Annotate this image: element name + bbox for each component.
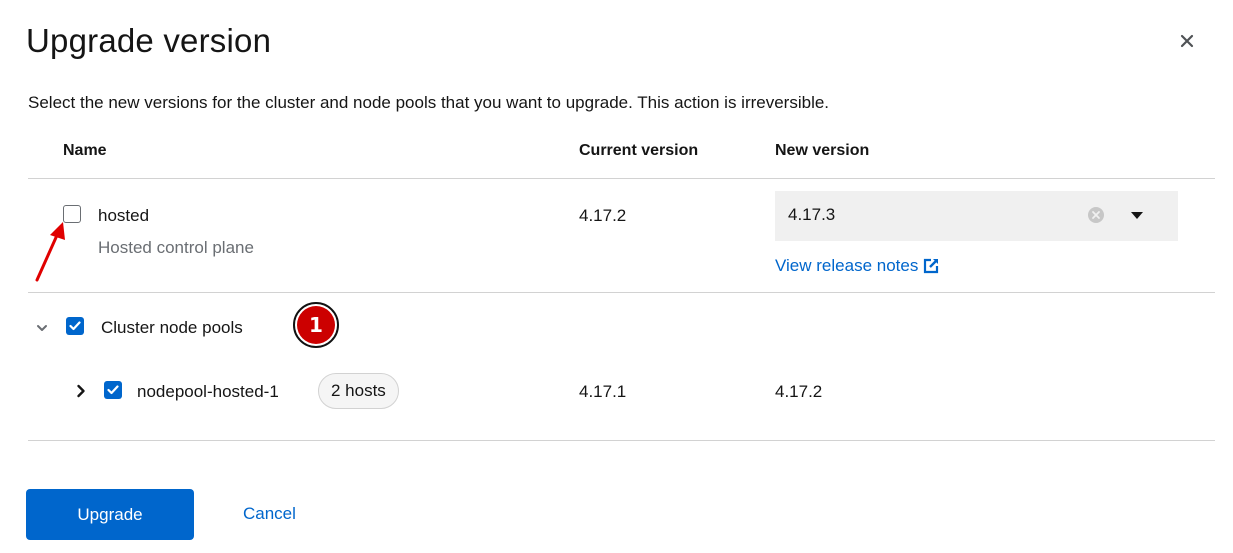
checkmark-icon [69, 321, 81, 331]
hosted-name: hosted [98, 206, 150, 225]
table-divider [28, 440, 1215, 441]
modal-title: Upgrade version [26, 22, 272, 59]
clear-icon[interactable] [1087, 206, 1105, 224]
close-icon [1180, 34, 1194, 48]
table-divider [28, 292, 1215, 293]
column-header-name: Name [63, 142, 107, 159]
nodepool-name: nodepool-hosted-1 [137, 382, 279, 401]
chevron-right-icon[interactable] [76, 384, 86, 398]
chevron-down-icon[interactable] [36, 323, 48, 333]
caret-down-icon[interactable] [1130, 210, 1144, 220]
nodepool-checkbox[interactable] [104, 381, 122, 399]
annotation-step-number: 1 [297, 306, 335, 344]
column-header-new-version: New version [775, 142, 870, 159]
hosted-subtitle: Hosted control plane [98, 238, 254, 257]
modal-description: Select the new versions for the cluster … [28, 93, 830, 112]
cancel-button[interactable]: Cancel [243, 504, 296, 524]
table-divider [28, 178, 1215, 179]
cluster-node-pools-checkbox[interactable] [66, 317, 84, 335]
hosted-new-version-value: 4.17.3 [788, 205, 836, 224]
cluster-node-pools-label: Cluster node pools [101, 318, 243, 337]
close-button[interactable] [1176, 30, 1198, 52]
annotation-arrow [35, 222, 65, 282]
hosts-count-badge: 2 hosts [318, 373, 399, 409]
checkmark-icon [107, 385, 119, 395]
nodepool-new-version: 4.17.2 [775, 382, 823, 401]
nodepool-current-version: 4.17.1 [579, 382, 627, 401]
release-notes-label: View release notes [775, 256, 919, 275]
view-release-notes-link[interactable]: View release notes [775, 256, 940, 276]
external-link-icon [924, 258, 939, 274]
hosted-current-version: 4.17.2 [579, 206, 627, 225]
upgrade-button[interactable]: Upgrade [26, 489, 194, 540]
column-header-current-version: Current version [579, 142, 699, 159]
hosted-new-version-select[interactable]: 4.17.3 [775, 191, 1178, 241]
annotation-step-badge: 1 [293, 302, 339, 348]
